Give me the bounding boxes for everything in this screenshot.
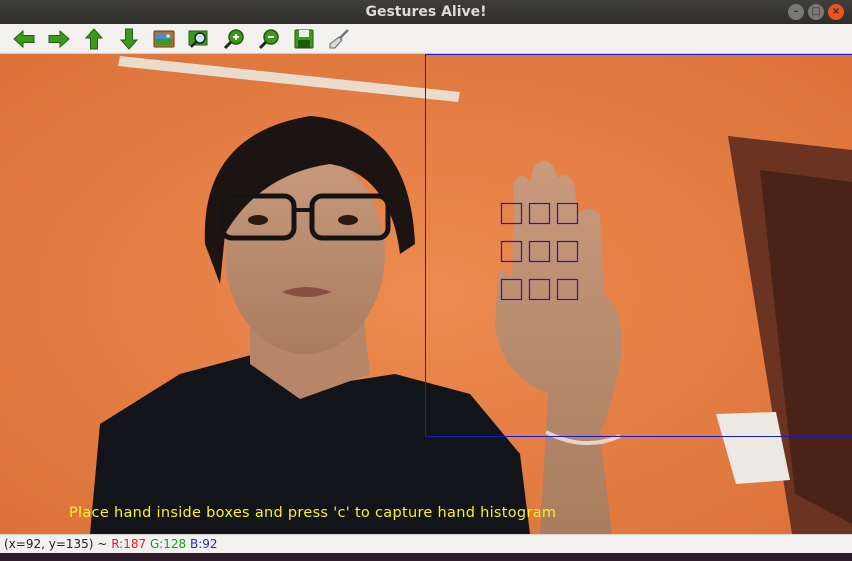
zoom-fit-button[interactable] — [146, 25, 181, 53]
histogram-sample-box — [500, 240, 523, 263]
arrow-right-icon — [48, 29, 70, 48]
pixel-green: G:128 — [149, 537, 187, 551]
window-title: Gestures Alive! — [365, 4, 487, 20]
properties-button[interactable] — [321, 25, 356, 53]
maximize-button[interactable]: □ — [808, 4, 824, 20]
zoom-out-icon — [258, 28, 279, 49]
toolbar — [0, 24, 852, 54]
histogram-sample-box — [556, 202, 579, 225]
cursor-coords: (x=92, y=135) ~ — [4, 537, 108, 551]
zoom-in-button[interactable] — [216, 25, 251, 53]
maximize-icon: □ — [811, 6, 821, 17]
minimize-icon: – — [793, 6, 799, 17]
camera-view[interactable]: Place hand inside boxes and press 'c' to… — [0, 54, 852, 534]
arrow-up-icon — [84, 27, 103, 49]
zoom-rect-icon — [188, 30, 207, 48]
pan-left-button[interactable] — [6, 25, 41, 53]
zoom-in-icon — [223, 28, 244, 49]
pan-right-button[interactable] — [41, 25, 76, 53]
instruction-caption: Place hand inside boxes and press 'c' to… — [69, 505, 557, 521]
zoom-out-button[interactable] — [251, 25, 286, 53]
hand-region-box — [425, 54, 852, 437]
histogram-sample-box — [500, 278, 523, 301]
close-button[interactable]: × — [828, 4, 844, 20]
image-icon — [153, 30, 174, 47]
arrow-down-icon — [119, 28, 138, 50]
save-icon — [294, 29, 313, 48]
brush-icon — [329, 28, 349, 48]
window-bottom-edge — [0, 553, 852, 561]
arrow-left-icon — [12, 29, 34, 48]
pixel-blue: B:92 — [190, 537, 218, 551]
zoom-region-button[interactable] — [181, 25, 216, 53]
close-icon: × — [831, 6, 841, 17]
histogram-sample-box — [528, 202, 551, 225]
histogram-sample-box — [500, 202, 523, 225]
histogram-sample-box — [528, 240, 551, 263]
histogram-sample-box — [528, 278, 551, 301]
pan-up-button[interactable] — [76, 25, 111, 53]
pixel-red: R:187 — [111, 537, 147, 551]
histogram-sample-box — [556, 278, 579, 301]
status-bar: (x=92, y=135) ~ R:187 G:128 B:92 — [0, 534, 852, 553]
save-button[interactable] — [286, 25, 321, 53]
window-titlebar: Gestures Alive! – □ × — [0, 0, 852, 24]
pan-down-button[interactable] — [111, 25, 146, 53]
hand-region-overlay — [425, 54, 852, 437]
minimize-button[interactable]: – — [788, 4, 804, 20]
histogram-sample-box — [556, 240, 579, 263]
